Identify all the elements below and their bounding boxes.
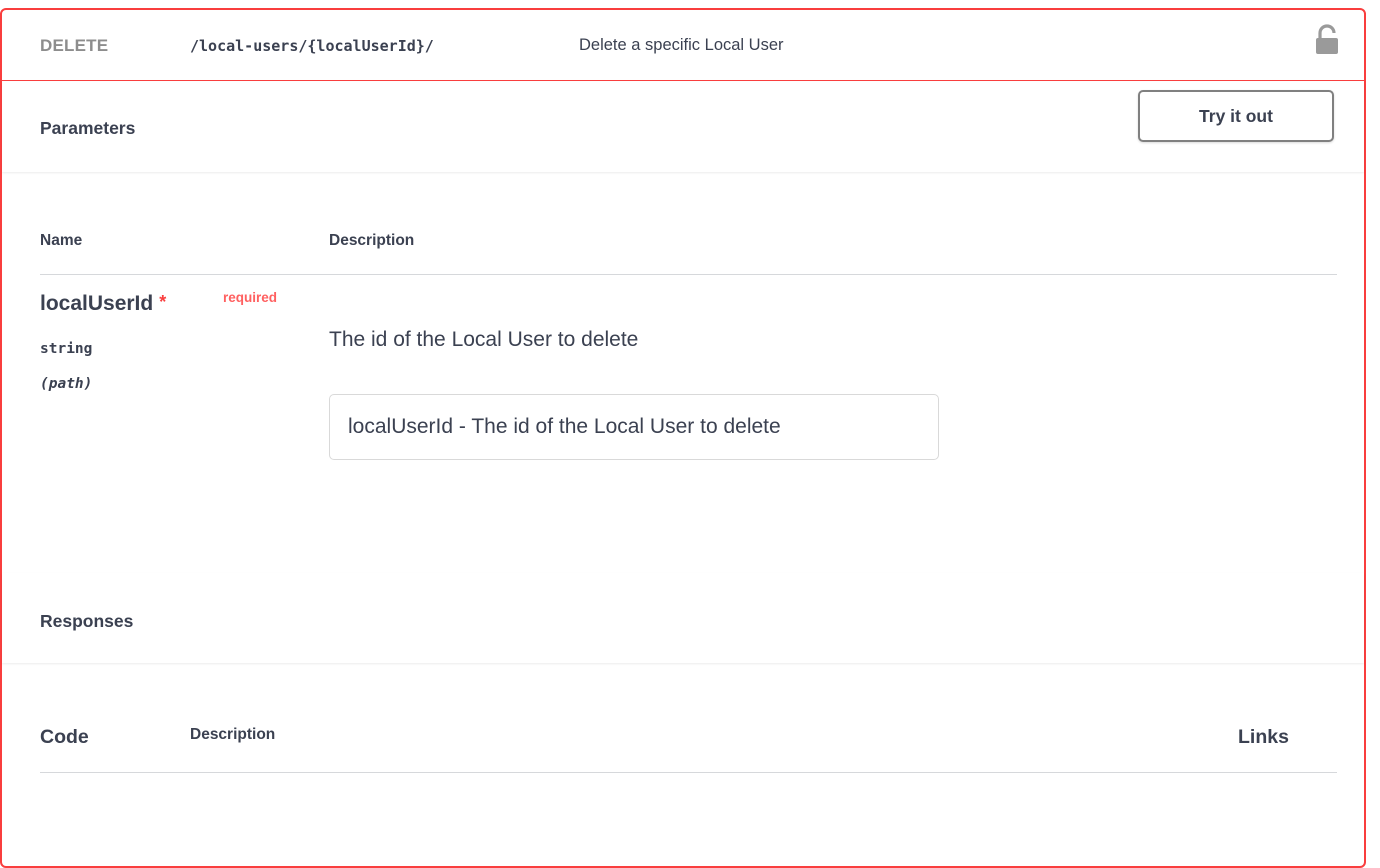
param-header-divider xyxy=(40,274,1337,275)
response-column-links: Links xyxy=(1238,726,1289,748)
parameters-title: Parameters xyxy=(40,118,136,138)
response-column-description: Description xyxy=(190,726,276,743)
param-location: (path) xyxy=(40,376,93,392)
operation-summary-text: Delete a specific Local User xyxy=(579,36,784,54)
response-header-divider xyxy=(40,772,1337,773)
param-type: string xyxy=(40,341,93,357)
operation-block-delete: DELETE /local-users/{localUserId}/ Delet… xyxy=(0,8,1366,868)
http-method-badge: DELETE xyxy=(40,36,109,55)
try-it-out-button[interactable]: Try it out xyxy=(1138,90,1334,142)
param-column-description: Description xyxy=(329,232,415,249)
param-description: The id of the Local User to delete xyxy=(329,328,639,351)
responses-title: Responses xyxy=(40,611,134,631)
param-name: localUserId * xyxy=(40,292,167,315)
param-column-name: Name xyxy=(40,232,83,249)
endpoint-path: /local-users/{localUserId}/ xyxy=(190,37,434,55)
unlocked-padlock-icon[interactable] xyxy=(1314,24,1340,56)
operation-summary[interactable]: DELETE /local-users/{localUserId}/ Delet… xyxy=(2,10,1364,81)
local-user-id-input[interactable] xyxy=(329,394,939,460)
required-label: required xyxy=(223,290,278,305)
required-star: * xyxy=(159,292,167,312)
responses-header: Responses xyxy=(2,573,1364,663)
response-column-code: Code xyxy=(40,726,89,748)
